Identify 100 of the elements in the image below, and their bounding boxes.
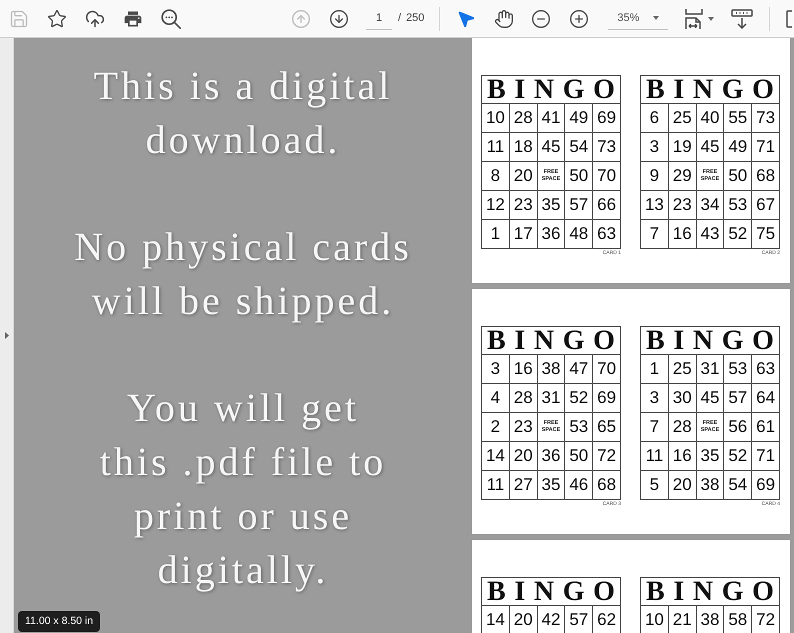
bingo-letter: N xyxy=(534,326,554,354)
number-cell: 7 xyxy=(641,220,669,248)
bingo-letter: G xyxy=(722,578,744,606)
number-cell: 27 xyxy=(510,471,538,499)
number-cell: 45 xyxy=(696,384,724,412)
bingo-letter: N xyxy=(534,76,554,104)
triangle-right-icon[interactable] xyxy=(4,332,8,339)
number-cell: 17 xyxy=(510,220,538,248)
page-count: 250 xyxy=(406,11,424,26)
bingo-letter: B xyxy=(487,326,506,354)
bingo-letter: O xyxy=(752,578,774,606)
number-cell: 57 xyxy=(565,606,594,633)
number-cell: 48 xyxy=(565,220,594,248)
bingo-letter: I xyxy=(514,578,526,606)
number-cell: 35 xyxy=(538,191,566,219)
bingo-letter: N xyxy=(692,326,714,354)
number-cell-text: 63 xyxy=(596,223,618,246)
number-cell-text: 62 xyxy=(596,609,618,632)
number-cell: 10 xyxy=(641,606,669,633)
number-cell-text: 70 xyxy=(596,165,618,188)
number-cell-text: 64 xyxy=(755,387,776,410)
number-cell-text: 68 xyxy=(596,474,618,496)
number-cell: 21 xyxy=(668,606,697,633)
number-cell: 19 xyxy=(668,133,697,161)
bar-arrow-down-icon xyxy=(731,8,754,28)
number-cell: 53 xyxy=(724,355,752,383)
number-cell-text: 69 xyxy=(755,474,776,496)
number-cell-text: 65 xyxy=(596,416,618,438)
number-cell: 14 xyxy=(482,606,510,633)
number-cell-text: 61 xyxy=(755,416,776,438)
number-cell: 11 xyxy=(641,442,669,470)
number-cell: 28 xyxy=(668,413,697,441)
caret-icon xyxy=(708,16,714,20)
bingo-letter: G xyxy=(562,76,585,104)
number-cell: 23 xyxy=(510,191,538,219)
number-cell: 2 xyxy=(482,413,510,441)
number-cell: 23 xyxy=(668,191,697,219)
bingo-letter: G xyxy=(722,76,744,104)
bingo-letter: I xyxy=(514,76,526,104)
bingo-letter: B xyxy=(646,578,665,606)
number-cell: 4 xyxy=(482,384,510,412)
number-cell-text: 69 xyxy=(596,107,618,130)
number-cell: 18 xyxy=(510,133,538,161)
number-cell: 52 xyxy=(565,384,594,412)
number-cell: 16 xyxy=(668,442,697,470)
bingo-letter: I xyxy=(673,76,684,104)
bingo-letter: G xyxy=(562,578,585,606)
number-cell-text: 71 xyxy=(755,445,776,468)
number-cell: 11 xyxy=(482,133,510,161)
number-cell: 38 xyxy=(538,355,566,383)
number-cell-text: 71 xyxy=(755,136,776,158)
number-cell: 38 xyxy=(696,606,724,633)
number-cell: 52 xyxy=(724,442,752,470)
bingo-letter: O xyxy=(752,326,774,354)
zoom-level-field[interactable]: 35% xyxy=(608,8,668,30)
bingo-letter: I xyxy=(673,578,684,606)
number-cell: 40 xyxy=(696,104,724,132)
number-cell: 16 xyxy=(668,220,697,248)
bingo-letter: B xyxy=(646,326,665,354)
number-cell: 30 xyxy=(668,384,697,412)
number-cell: 50 xyxy=(724,162,752,190)
notice-paragraph: This is a digital download. xyxy=(94,62,392,164)
number-cell-text: 75 xyxy=(755,223,776,246)
number-cell: 29 xyxy=(668,162,697,190)
number-cell: 54 xyxy=(565,133,594,161)
bingo-letter: B xyxy=(487,578,506,606)
number-cell: 57 xyxy=(724,384,752,412)
number-cell: 16 xyxy=(510,355,538,383)
number-cell: 13 xyxy=(641,191,669,219)
number-cell: 50 xyxy=(565,162,594,190)
number-cell: 11 xyxy=(482,471,510,499)
number-cell: 20 xyxy=(510,162,538,190)
number-cell: 49 xyxy=(565,104,594,132)
bingo-letter: O xyxy=(593,326,615,354)
page-separator: / xyxy=(398,11,402,26)
number-cell: 20 xyxy=(510,442,538,470)
number-cell-text: 72 xyxy=(755,609,776,632)
zoom-out-icon xyxy=(531,8,552,28)
number-cell-text: 73 xyxy=(755,107,776,130)
number-cell-text: 69 xyxy=(596,387,618,410)
number-cell: 25 xyxy=(668,104,697,132)
number-cell-text: 63 xyxy=(755,358,776,380)
bingo-letter: G xyxy=(562,326,585,354)
number-cell: 57 xyxy=(565,191,594,219)
number-cell: 7 xyxy=(641,413,669,441)
page-number-field[interactable]: 1 xyxy=(366,8,392,30)
number-cell: 31 xyxy=(696,355,724,383)
bingo-letter: I xyxy=(514,326,526,354)
bingo-letter: O xyxy=(593,76,615,104)
number-cell: 47 xyxy=(565,355,594,383)
number-cell: 38 xyxy=(696,471,724,499)
bingo-letter: I xyxy=(673,326,684,354)
number-cell: 5 xyxy=(641,471,669,499)
number-cell: 25 xyxy=(668,355,697,383)
bingo-letter: B xyxy=(646,76,665,104)
number-cell: 50 xyxy=(565,442,594,470)
number-cell: 35 xyxy=(696,442,724,470)
bingo-letter: O xyxy=(593,578,615,606)
number-cell: 58 xyxy=(724,606,752,633)
number-cell: 3 xyxy=(641,384,669,412)
